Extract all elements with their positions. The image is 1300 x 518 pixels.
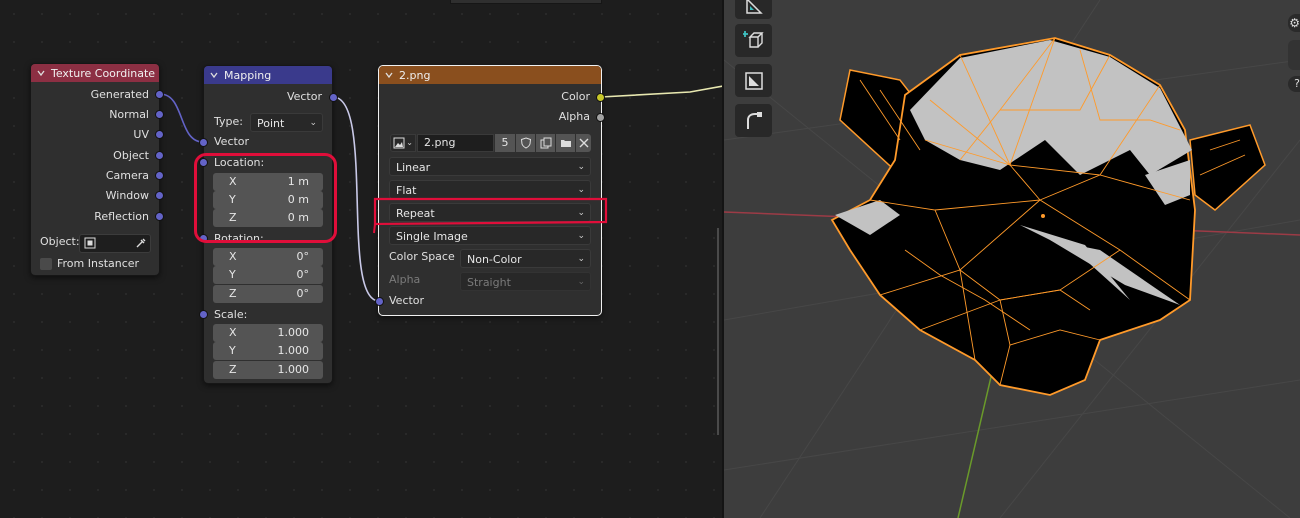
link-generated-vector	[159, 93, 204, 143]
add-cube-tool-button[interactable]	[735, 24, 772, 57]
mapping-header[interactable]: Mapping	[204, 66, 332, 84]
image-icon	[393, 137, 405, 149]
output-reflection: Reflection	[94, 210, 149, 223]
output-generated: Generated	[90, 88, 149, 101]
socket-camera[interactable]	[155, 171, 164, 180]
output-object: Object	[113, 149, 149, 162]
socket-scale-in[interactable]	[199, 310, 208, 319]
settings-icon[interactable]: ⚙	[1288, 14, 1300, 32]
add-cube-icon	[743, 31, 764, 48]
image-output-alpha: Alpha	[558, 110, 590, 123]
alpha-mode-label: Alpha	[389, 273, 421, 286]
interpolation-dropdown[interactable]: Linear ⌄	[389, 157, 591, 176]
object-icon	[84, 237, 96, 249]
chevron-down-icon[interactable]	[385, 71, 393, 79]
image-users-count[interactable]: 5	[495, 134, 515, 152]
chevron-down-icon: ⌄	[577, 277, 585, 287]
3d-viewport[interactable]: ⚙ ?	[724, 0, 1300, 518]
socket-alpha-out[interactable]	[596, 113, 605, 122]
help-icon[interactable]: ?	[1288, 76, 1300, 92]
scale-x-field[interactable]: X 1.000	[213, 324, 323, 342]
folder-icon	[561, 140, 571, 147]
texture-coordinate-title: Texture Coordinate	[51, 66, 156, 80]
output-uv: UV	[133, 128, 149, 141]
duplicate-icon	[540, 137, 552, 149]
texture-coordinate-node[interactable]: Texture Coordinate Generated Normal UV O…	[30, 63, 160, 276]
socket-mapping-in[interactable]	[199, 138, 208, 147]
viewport-scene	[724, 0, 1300, 518]
shear-icon	[747, 112, 762, 129]
rotation-y-field[interactable]: Y 0°	[213, 266, 323, 284]
socket-uv[interactable]	[155, 130, 164, 139]
image-browse-button[interactable]: ⌄	[390, 134, 416, 152]
socket-color-out[interactable]	[596, 93, 605, 102]
socket-mapping-out[interactable]	[329, 93, 338, 102]
alpha-mode-value: Straight	[467, 276, 511, 289]
output-window: Window	[105, 189, 149, 202]
open-image-button[interactable]	[556, 134, 575, 152]
object-picker-field[interactable]	[79, 234, 151, 253]
measure-icon	[746, 0, 763, 14]
zoom-handle[interactable]	[1288, 40, 1300, 70]
mapping-input-vector: Vector	[214, 135, 250, 148]
scale-label: Scale:	[214, 308, 248, 321]
interpolation-value: Linear	[396, 161, 431, 174]
unlink-image-button[interactable]	[576, 134, 591, 152]
transform-icon	[745, 72, 763, 90]
image-texture-title: 2.png	[399, 68, 431, 82]
alpha-mode-dropdown: Straight ⌄	[460, 272, 591, 291]
chevron-down-icon: ⌄	[309, 118, 317, 128]
image-texture-node[interactable]: 2.png Color Alpha ⌄ 2.png 5 Linear ⌄ Fla…	[378, 65, 602, 316]
type-label: Type:	[214, 115, 243, 128]
image-texture-header[interactable]: 2.png	[379, 66, 601, 84]
mapping-title: Mapping	[224, 68, 272, 82]
extension-highlight-annotation	[373, 197, 608, 234]
image-input-vector: Vector	[389, 294, 425, 307]
color-space-label: Color Space	[389, 250, 455, 263]
shear-tool-button[interactable]	[735, 104, 772, 137]
from-instancer-label: From Instancer	[57, 257, 140, 270]
measure-tool-button[interactable]	[735, 0, 772, 19]
image-name: 2.png	[424, 136, 456, 149]
transform-tool-button[interactable]	[735, 64, 772, 97]
chevron-down-icon: ⌄	[577, 162, 585, 172]
image-output-color: Color	[561, 90, 590, 103]
eyedropper-icon[interactable]	[135, 237, 147, 249]
mapping-output-vector: Vector	[286, 90, 322, 103]
partial-node-top	[450, 0, 602, 4]
fake-user-button[interactable]	[516, 134, 535, 152]
type-dropdown[interactable]: Point ⌄	[250, 113, 323, 132]
socket-generated[interactable]	[155, 90, 164, 99]
scale-z-field[interactable]: Z 1.000	[213, 361, 323, 379]
output-camera: Camera	[105, 169, 149, 182]
color-space-value: Non-Color	[467, 253, 522, 266]
location-highlight-annotation	[194, 153, 337, 243]
socket-normal[interactable]	[155, 110, 164, 119]
chevron-down-icon: ⌄	[406, 138, 413, 147]
output-normal: Normal	[109, 108, 149, 121]
socket-image-vector-in[interactable]	[375, 297, 384, 306]
from-instancer-checkbox[interactable]	[40, 258, 52, 270]
type-value: Point	[257, 117, 285, 130]
rotation-z-field[interactable]: Z 0°	[213, 285, 323, 303]
texture-coordinate-header[interactable]: Texture Coordinate	[31, 64, 159, 82]
rotation-x-field[interactable]: X 0°	[213, 248, 323, 266]
socket-window[interactable]	[155, 191, 164, 200]
object-label: Object:	[40, 235, 80, 248]
shield-icon	[520, 137, 532, 149]
socket-reflection[interactable]	[155, 212, 164, 221]
link-color-out	[600, 85, 723, 98]
node-editor[interactable]: Texture Coordinate Generated Normal UV O…	[0, 0, 723, 518]
users-count-value: 5	[501, 136, 509, 149]
duplicate-image-button[interactable]	[536, 134, 555, 152]
navigation-gizmo[interactable]: ⚙ ?	[1286, 0, 1300, 110]
chevron-down-icon[interactable]	[37, 69, 45, 77]
image-name-field[interactable]: 2.png	[417, 134, 494, 152]
color-space-dropdown[interactable]: Non-Color ⌄	[460, 249, 591, 268]
chevron-down-icon: ⌄	[577, 254, 585, 264]
chevron-down-icon[interactable]	[210, 71, 218, 79]
socket-object[interactable]	[155, 151, 164, 160]
scale-y-field[interactable]: Y 1.000	[213, 342, 323, 360]
close-icon	[579, 138, 589, 148]
